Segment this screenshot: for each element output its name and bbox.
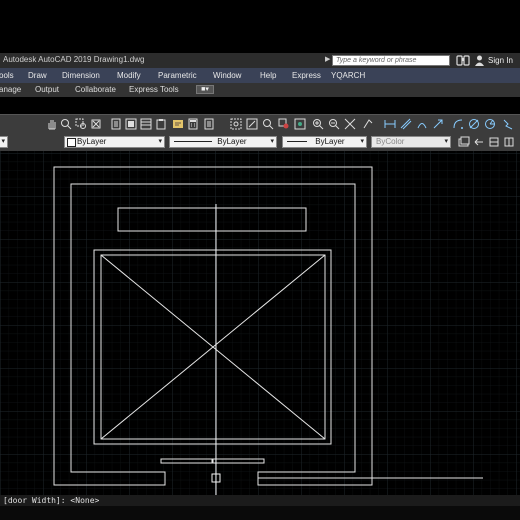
tab-output[interactable]: Output (35, 85, 59, 94)
drawing-svg (0, 151, 520, 495)
zoom-out-icon[interactable] (328, 118, 340, 130)
lineweight-combo[interactable]: ByLayer ▾ (282, 136, 367, 148)
zoom-center-icon[interactable] (344, 118, 356, 130)
markup-icon[interactable] (172, 118, 184, 130)
status-strip (0, 506, 520, 520)
menu-dimension[interactable]: Dimension (62, 71, 100, 80)
radius-dim-icon[interactable] (452, 118, 464, 130)
search-expand-icon[interactable]: ▶ (325, 55, 330, 63)
zoom-in-icon[interactable] (312, 118, 324, 130)
menu-bar: ools Draw Dimension Modify Parametric Wi… (0, 68, 520, 83)
arc-dim-icon[interactable] (416, 118, 428, 130)
drawing-canvas[interactable] (0, 151, 520, 495)
layer-previous-icon[interactable] (473, 136, 485, 148)
zoom-dynamic-icon[interactable] (294, 118, 306, 130)
search-input[interactable]: Type a keyword or phrase (332, 55, 450, 66)
color-swatch-icon (67, 138, 76, 147)
ribbon-tabs: anage Output Collaborate Express Tools ■… (0, 83, 520, 97)
layer-freeze-icon[interactable] (503, 136, 515, 148)
plotstyle-combo-value: ByColor (376, 137, 405, 146)
binoculars-icon[interactable] (456, 54, 470, 66)
match-properties-icon[interactable] (362, 118, 374, 130)
sheet-set-icon[interactable] (155, 118, 167, 130)
zoom-scale-icon[interactable] (262, 118, 274, 130)
quickcalc-icon[interactable] (187, 118, 199, 130)
major-grid (0, 151, 520, 495)
aligned-dim-icon[interactable] (400, 118, 412, 130)
menu-help[interactable]: Help (260, 71, 276, 80)
lineweight-preview (287, 141, 307, 143)
menu-tools[interactable]: ools (0, 71, 14, 80)
color-combo-value: ByLayer (77, 137, 107, 146)
menu-yqarch[interactable]: YQARCH (331, 71, 365, 80)
menu-parametric[interactable]: Parametric (158, 71, 197, 80)
ordinate-dim-icon[interactable] (432, 118, 444, 130)
linetype-combo[interactable]: ByLayer ▾ (169, 136, 277, 148)
zoom-all-icon[interactable] (246, 118, 258, 130)
design-center-icon[interactable] (125, 118, 137, 130)
linetype-preview (174, 141, 212, 143)
window-title: Autodesk AutoCAD 2019 Drawing1.dwg (3, 55, 145, 64)
layer-isolate-icon[interactable] (488, 136, 500, 148)
menu-window[interactable]: Window (213, 71, 241, 80)
lineweight-combo-value: ByLayer (315, 137, 345, 146)
user-icon[interactable] (475, 55, 484, 66)
tool-palettes-icon[interactable] (140, 118, 152, 130)
properties-toolbar: ▾ ByLayer ▾ ByLayer ▾ ByLayer ▾ ByColor … (0, 134, 520, 152)
standard-toolbar (0, 114, 520, 136)
diameter-dim-icon[interactable] (468, 118, 480, 130)
command-line[interactable]: [door Width]: <None> (0, 495, 520, 506)
linetype-combo-value: ByLayer (217, 137, 247, 146)
zoom-window-icon[interactable] (75, 118, 87, 130)
tab-manage[interactable]: anage (0, 85, 21, 94)
layer-states-icon[interactable] (458, 136, 470, 148)
menu-express[interactable]: Express (292, 71, 321, 80)
tab-collaborate[interactable]: Collaborate (75, 85, 116, 94)
menu-modify[interactable]: Modify (117, 71, 141, 80)
title-bar: Autodesk AutoCAD 2019 Drawing1.dwg ▶ Typ… (0, 53, 520, 69)
command-prompt-text: [door Width]: <None> (3, 496, 100, 505)
layer-dropdown-tail[interactable]: ▾ (0, 136, 8, 148)
pan-icon[interactable] (46, 118, 58, 130)
angular-dim-icon[interactable] (484, 118, 496, 130)
zoom-extents-icon[interactable] (230, 118, 242, 130)
tab-express-tools[interactable]: Express Tools (129, 85, 179, 94)
ribbon-options-button[interactable]: ■▾ (196, 85, 214, 94)
zoom-object-icon[interactable] (278, 118, 290, 130)
calculator-icon[interactable] (203, 118, 215, 130)
color-combo[interactable]: ByLayer ▾ (64, 136, 165, 148)
zoom-realtime-icon[interactable] (60, 118, 72, 130)
plotstyle-combo: ByColor ▾ (371, 136, 451, 148)
linear-dim-icon[interactable] (384, 118, 396, 130)
jogged-dim-icon[interactable] (502, 118, 514, 130)
zoom-previous-icon[interactable] (90, 118, 102, 130)
menu-draw[interactable]: Draw (28, 71, 47, 80)
properties-icon[interactable] (110, 118, 122, 130)
sign-in-link[interactable]: Sign In (488, 56, 513, 65)
